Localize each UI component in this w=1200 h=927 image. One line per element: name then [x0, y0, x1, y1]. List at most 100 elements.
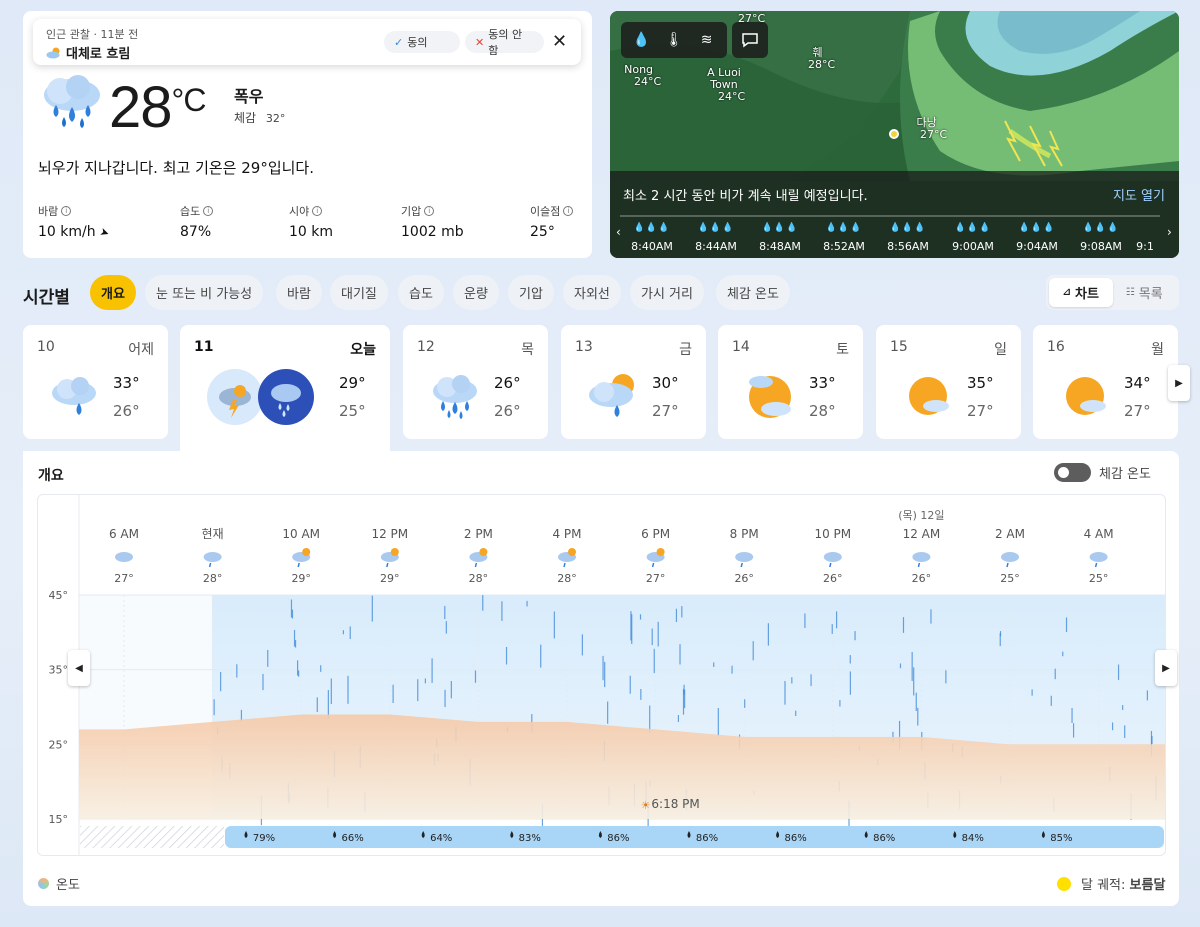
map-time-6[interactable]: 9:04AM [1007, 240, 1067, 253]
temperature-legend-label: 온도 [56, 878, 80, 893]
observation-bar: 인근 관찰 · 11분 전 대체로 흐림 ✓ 동의 ✕ 동의 안 함 ✕ [33, 19, 581, 65]
tab-uv[interactable]: 자외선 [563, 275, 621, 310]
partly-cloudy-icon [46, 47, 60, 58]
day-low: 27° [1124, 402, 1151, 420]
tab-wind[interactable]: 바람 [276, 275, 322, 310]
map-place-aluoi[interactable]: A Luoi Town 24°C [704, 67, 745, 103]
days-next-icon[interactable]: ▶ [1168, 365, 1190, 401]
chart-next-icon[interactable]: ▶ [1155, 650, 1177, 686]
wind-direction-icon: ➤ [98, 224, 112, 241]
tab-precip-chance[interactable]: 눈 또는 비 가능성 [145, 275, 264, 310]
stat-humidity-label[interactable]: 습도 i [180, 203, 214, 219]
map-forecast-bar: 최소 2 시간 동안 비가 계속 내릴 예정입니다. 지도 열기 ‹ › 💧💧💧… [610, 171, 1179, 258]
day-card[interactable]: 16 월 34° 27° [1033, 325, 1178, 439]
hour-label: 4 PM [552, 527, 581, 541]
list-view-button[interactable]: ☷ 목록 [1113, 278, 1177, 307]
tab-visibility[interactable]: 가시 거리 [630, 275, 704, 310]
info-icon: i [312, 206, 323, 216]
day-card[interactable]: 10 어제 33° 26° [23, 325, 168, 439]
current-temperature: 28°C [109, 74, 207, 141]
map-place-hue[interactable]: 훼 28°C [800, 47, 835, 71]
precipitation-layer-icon[interactable]: 💧 [629, 32, 653, 48]
map-place-nong[interactable]: Nong 24°C [616, 64, 661, 88]
day-card-today[interactable]: 11 오늘 29° 25° [180, 325, 390, 451]
heavy-rain-icon [433, 375, 477, 419]
tab-overview[interactable]: 개요 [90, 275, 136, 310]
map-time-0[interactable]: 8:40AM [622, 240, 682, 253]
stat-dewpoint-label[interactable]: 이슬점 i [530, 203, 574, 219]
check-icon: ✓ [394, 35, 404, 49]
y-tick-label: 35° [49, 664, 69, 677]
day-card[interactable]: 14 토 33° 28° [718, 325, 863, 439]
map-time-4[interactable]: 8:56AM [878, 240, 938, 253]
map-time-3[interactable]: 8:52AM [814, 240, 874, 253]
temp-unit: °C [171, 82, 207, 118]
overview-title: 개요 [38, 468, 64, 484]
hour-label: 8 PM [730, 527, 759, 541]
rain-drops-icon: 💧💧💧 [825, 223, 863, 233]
weather-summary: 뇌우가 지나갑니다. 최고 기온은 29°입니다. [38, 159, 314, 177]
y-tick-label: 45° [49, 589, 69, 602]
feels-like: 체감 32° [234, 109, 285, 126]
timeline-prev-icon[interactable]: ‹ [616, 225, 621, 239]
map-time-2[interactable]: 8:48AM [750, 240, 810, 253]
stat-wind-label[interactable]: 바람 i [38, 203, 109, 219]
hour-weather-icon [646, 548, 665, 568]
temperature-layer-icon[interactable]: 🌡 [662, 32, 686, 48]
disagree-button[interactable]: ✕ 동의 안 함 [465, 28, 544, 57]
visibility-value: 10 km [289, 224, 334, 240]
radar-map[interactable]: 💧 🌡 ≋ 27°C Nong 24°C A Luoi Town 24°C 훼 … [610, 11, 1179, 258]
tab-pressure[interactable]: 기압 [508, 275, 554, 310]
map-place-danang[interactable]: 다낭 27°C [906, 117, 947, 141]
map-time-1[interactable]: 8:44AM [686, 240, 746, 253]
rain-drops-icon: 💧💧💧 [954, 223, 992, 233]
chart-icon: ⊿ [1062, 287, 1071, 298]
close-icon[interactable]: ✕ [552, 31, 567, 52]
info-icon: i [424, 206, 435, 216]
temperature-legend-icon [38, 878, 49, 889]
day-name: 일 [994, 342, 1007, 358]
day-low: 27° [967, 402, 994, 420]
map-time-8[interactable]: 9:1 [1130, 240, 1160, 253]
tab-feels-like[interactable]: 체감 온도 [716, 275, 790, 310]
rain-drops-icon: 💧💧💧 [889, 223, 927, 233]
moon-label-text: 달 궤적: [1081, 878, 1126, 893]
wind-layer-icon[interactable]: ≋ [695, 32, 719, 48]
day-name: 토 [836, 342, 849, 358]
open-map-link[interactable]: 지도 열기 [1113, 185, 1165, 204]
list-view-label: 목록 [1138, 287, 1163, 302]
current-weather-card: 인근 관찰 · 11분 전 대체로 흐림 ✓ 동의 ✕ 동의 안 함 ✕ 28°… [23, 11, 592, 258]
map-time-7[interactable]: 9:08AM [1071, 240, 1131, 253]
chat-icon[interactable] [732, 22, 768, 58]
chart-view-button[interactable]: ⊿ 차트 [1049, 278, 1113, 307]
chart-prev-icon[interactable]: ◀ [68, 650, 90, 686]
sunset-icon: ☀ [641, 799, 651, 812]
map-timeline[interactable] [620, 215, 1160, 217]
hour-weather-icon [558, 548, 576, 568]
toggle-switch[interactable] [1054, 463, 1091, 482]
stat-pressure-label[interactable]: 기압 i [401, 203, 464, 219]
tab-air-quality[interactable]: 대기질 [330, 275, 388, 310]
day-marker-label: (목) 12일 [898, 508, 944, 522]
stat-visibility-label[interactable]: 시야 i [289, 203, 333, 219]
hour-weather-icon [380, 548, 399, 568]
info-icon: i [563, 206, 574, 216]
tab-humidity[interactable]: 습도 [398, 275, 444, 310]
map-place-danang-temp: 27°C [920, 128, 948, 141]
day-card[interactable]: 12 목 26° 26° [403, 325, 548, 439]
map-place-1[interactable]: 27°C [738, 13, 765, 25]
x-mark-icon: ✕ [475, 35, 485, 49]
day-card[interactable]: 15 일 35° 27° [876, 325, 1021, 439]
feels-like-toggle[interactable]: 체감 온도 [1054, 463, 1151, 482]
list-icon: ☷ [1125, 287, 1135, 298]
tab-cloud-cover[interactable]: 운량 [453, 275, 499, 310]
map-time-5[interactable]: 9:00AM [943, 240, 1003, 253]
day-high: 30° [652, 374, 679, 392]
precip-label: 64% [430, 833, 452, 844]
day-card[interactable]: 13 금 30° 27° [561, 325, 706, 439]
dewpoint-label: 이슬점 [530, 205, 561, 218]
agree-button[interactable]: ✓ 동의 [384, 31, 460, 53]
view-toggle: ⊿ 차트 ☷ 목록 [1046, 275, 1179, 310]
stat-dewpoint: 이슬점 i 25° [530, 203, 574, 240]
timeline-next-icon[interactable]: › [1167, 225, 1172, 239]
